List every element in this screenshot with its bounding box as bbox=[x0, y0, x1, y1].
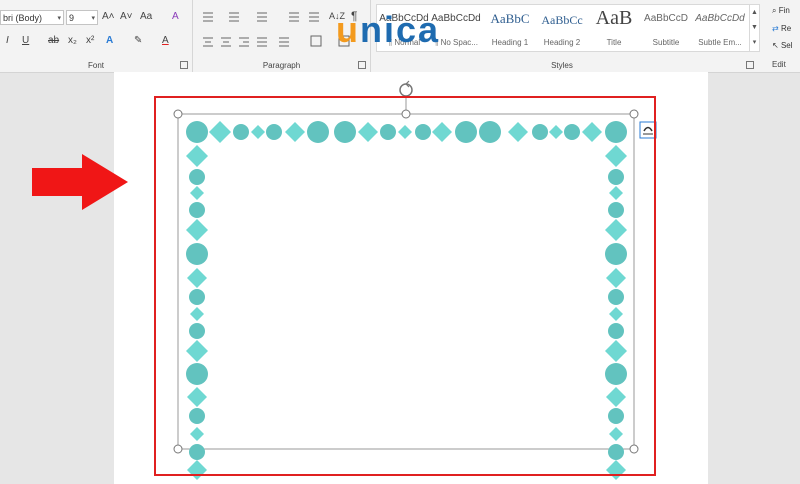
border-diamond bbox=[186, 219, 208, 241]
border-circle bbox=[233, 124, 249, 140]
border-diamond bbox=[582, 122, 602, 142]
border-circle bbox=[532, 124, 548, 140]
border-circle bbox=[334, 121, 356, 143]
border-diamond bbox=[606, 268, 626, 288]
border-circle bbox=[380, 124, 396, 140]
resize-handle-top-right[interactable] bbox=[629, 109, 639, 119]
border-diamond bbox=[186, 145, 208, 167]
border-diamond bbox=[508, 122, 528, 142]
canvas-overlay bbox=[32, 80, 657, 480]
border-circle bbox=[266, 124, 282, 140]
border-circle bbox=[605, 243, 627, 265]
border-circle bbox=[186, 363, 208, 385]
border-circle bbox=[605, 121, 627, 143]
rotate-handle-icon[interactable] bbox=[399, 80, 413, 97]
border-circle bbox=[189, 323, 205, 339]
arrow-right-icon bbox=[32, 154, 128, 210]
border-diamond bbox=[398, 125, 412, 139]
layout-options-icon[interactable] bbox=[639, 121, 657, 139]
border-circle bbox=[608, 169, 624, 185]
highlight-rectangle bbox=[154, 96, 656, 476]
border-circle bbox=[189, 408, 205, 424]
border-circle bbox=[189, 202, 205, 218]
border-diamond bbox=[187, 460, 207, 480]
resize-handle-top[interactable] bbox=[401, 109, 411, 119]
border-diamond bbox=[432, 122, 452, 142]
border-diamond bbox=[285, 122, 305, 142]
border-circle bbox=[455, 121, 477, 143]
resize-handle-bottom-right[interactable] bbox=[629, 444, 639, 454]
border-diamond bbox=[549, 125, 563, 139]
border-circle bbox=[479, 121, 501, 143]
border-diamond bbox=[186, 340, 208, 362]
border-diamond bbox=[605, 340, 627, 362]
resize-handle-top-left[interactable] bbox=[173, 109, 183, 119]
border-circle bbox=[189, 444, 205, 460]
dotted-page-border[interactable] bbox=[186, 121, 627, 480]
border-diamond bbox=[606, 460, 626, 480]
border-diamond bbox=[190, 427, 204, 441]
selection-frame[interactable] bbox=[177, 113, 635, 450]
border-circle bbox=[608, 444, 624, 460]
border-diamond bbox=[358, 122, 378, 142]
border-diamond bbox=[605, 145, 627, 167]
border-circle bbox=[608, 202, 624, 218]
border-diamond bbox=[209, 121, 231, 143]
border-circle bbox=[186, 121, 208, 143]
border-circle bbox=[415, 124, 431, 140]
border-diamond bbox=[609, 307, 623, 321]
border-diamond bbox=[187, 387, 207, 407]
border-diamond bbox=[251, 125, 265, 139]
border-circle bbox=[608, 323, 624, 339]
border-diamond bbox=[609, 186, 623, 200]
border-diamond bbox=[606, 387, 626, 407]
border-diamond bbox=[605, 219, 627, 241]
border-circle bbox=[189, 289, 205, 305]
border-diamond bbox=[187, 268, 207, 288]
border-circle bbox=[186, 243, 208, 265]
resize-handle-bottom-left[interactable] bbox=[173, 444, 183, 454]
border-circle bbox=[307, 121, 329, 143]
border-circle bbox=[189, 169, 205, 185]
border-diamond bbox=[190, 307, 204, 321]
border-circle bbox=[605, 363, 627, 385]
border-circle bbox=[608, 289, 624, 305]
border-diamond bbox=[609, 427, 623, 441]
border-diamond bbox=[190, 186, 204, 200]
border-circle bbox=[564, 124, 580, 140]
border-circle bbox=[608, 408, 624, 424]
